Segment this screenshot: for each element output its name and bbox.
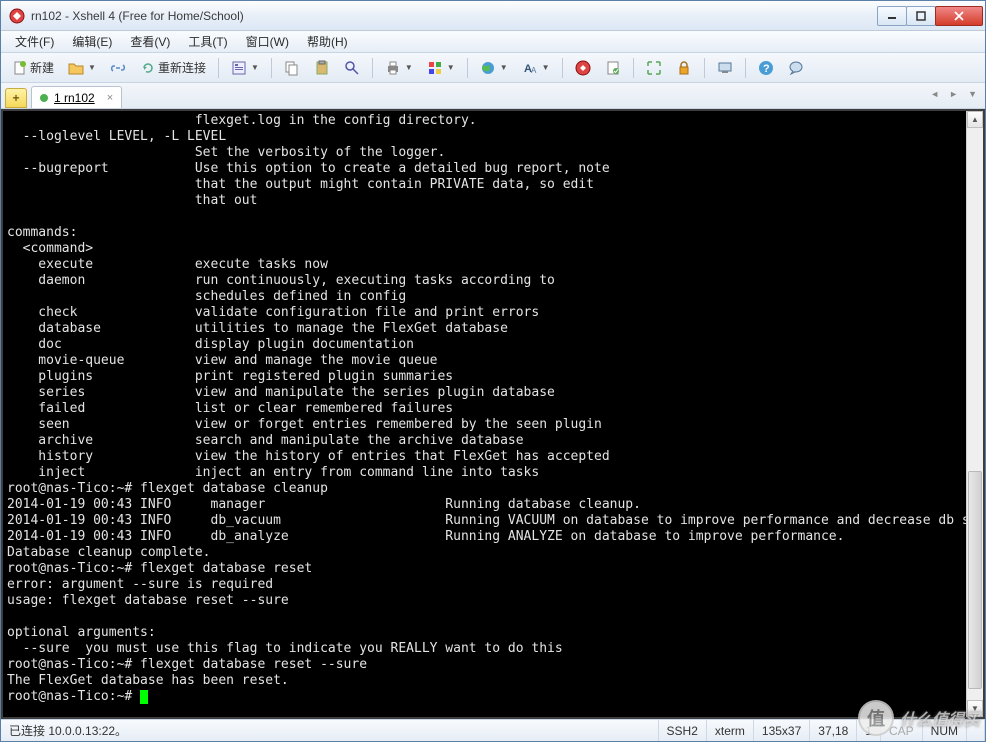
search-icon: [344, 60, 360, 76]
properties-button[interactable]: ▼: [226, 56, 264, 80]
status-dot-icon: [40, 94, 48, 102]
tab-next-button[interactable]: ►: [945, 87, 962, 101]
statusbar: 已连接 10.0.0.13:22。 SSH2 xterm 135x37 37,1…: [1, 719, 985, 741]
status-protocol: SSH2: [659, 720, 707, 741]
print-button[interactable]: ▼: [380, 56, 418, 80]
svg-text:A: A: [531, 66, 537, 75]
copy-icon: [284, 60, 300, 76]
new-button[interactable]: 新建: [7, 55, 59, 80]
menu-window[interactable]: 窗口(W): [238, 31, 297, 52]
status-termtype: xterm: [707, 720, 754, 741]
minimize-button[interactable]: [877, 6, 907, 26]
transfer-icon: [717, 60, 733, 76]
app-icon: [9, 8, 25, 24]
paste-button[interactable]: [309, 56, 335, 80]
scroll-track[interactable]: [967, 128, 983, 700]
menu-view[interactable]: 查看(V): [122, 31, 178, 52]
status-resize-grip: [967, 720, 985, 741]
lock-icon: [676, 60, 692, 76]
status-cursor: 37,18: [810, 720, 857, 741]
tabstrip: + 1 rn102 × ◄ ► ▼: [1, 83, 985, 109]
script-icon: [605, 60, 621, 76]
folder-icon: [68, 60, 84, 76]
toolbar: 新建 ▼ 重新连接 ▼ ▼ ▼ ▼ AA▼ ?: [1, 53, 985, 83]
fullscreen-icon: [646, 60, 662, 76]
scroll-up-button[interactable]: ▲: [967, 111, 983, 128]
scroll-down-button[interactable]: ▼: [967, 700, 983, 717]
open-button[interactable]: ▼: [63, 56, 101, 80]
palette-icon: [427, 60, 443, 76]
reconnect-button[interactable]: 重新连接: [135, 55, 211, 80]
tab-label: 1 rn102: [54, 91, 95, 105]
fullscreen-button[interactable]: [641, 56, 667, 80]
status-num: NUM: [923, 720, 967, 741]
maximize-button[interactable]: [906, 6, 936, 26]
menu-tools[interactable]: 工具(T): [180, 31, 235, 52]
tab-nav: ◄ ► ▼: [926, 87, 981, 101]
link-icon: [110, 60, 126, 76]
titlebar: rn102 - Xshell 4 (Free for Home/School): [1, 1, 985, 31]
about-button[interactable]: [783, 56, 809, 80]
globe-button[interactable]: ▼: [475, 56, 513, 80]
reconnect-icon: [140, 60, 156, 76]
bubble-icon: [788, 60, 804, 76]
scrollbar[interactable]: ▲ ▼: [966, 111, 983, 717]
help-button[interactable]: ?: [753, 56, 779, 80]
color-button[interactable]: ▼: [422, 56, 460, 80]
help-icon: ?: [758, 60, 774, 76]
terminal-area: flexget.log in the config directory. --l…: [1, 109, 985, 719]
globe-icon: [480, 60, 496, 76]
tab-close-button[interactable]: ×: [107, 92, 113, 104]
tab-list-button[interactable]: ▼: [964, 87, 981, 101]
link-button[interactable]: [105, 56, 131, 80]
run-icon: [575, 60, 591, 76]
status-connection: 已连接 10.0.0.13:22。: [1, 720, 659, 741]
scroll-thumb[interactable]: [968, 471, 982, 688]
copy-button[interactable]: [279, 56, 305, 80]
transfer-button[interactable]: [712, 56, 738, 80]
app-window: rn102 - Xshell 4 (Free for Home/School) …: [0, 0, 986, 742]
font-button[interactable]: AA▼: [517, 56, 555, 80]
tab-prev-button[interactable]: ◄: [926, 87, 943, 101]
menu-file[interactable]: 文件(F): [7, 31, 62, 52]
menu-edit[interactable]: 编辑(E): [64, 31, 120, 52]
run-button[interactable]: [570, 56, 596, 80]
new-icon: [12, 60, 28, 76]
status-size: 135x37: [754, 720, 810, 741]
script-button[interactable]: [600, 56, 626, 80]
print-icon: [385, 60, 401, 76]
font-icon: AA: [522, 60, 538, 76]
window-controls: [878, 6, 983, 26]
svg-text:?: ?: [763, 63, 770, 75]
find-button[interactable]: [339, 56, 365, 80]
menu-help[interactable]: 帮助(H): [299, 31, 356, 52]
terminal[interactable]: flexget.log in the config directory. --l…: [3, 111, 966, 717]
properties-icon: [231, 60, 247, 76]
tab-rn102[interactable]: 1 rn102 ×: [31, 86, 122, 108]
close-button[interactable]: [935, 6, 983, 26]
new-tab-button[interactable]: +: [5, 88, 27, 108]
menubar: 文件(F) 编辑(E) 查看(V) 工具(T) 窗口(W) 帮助(H): [1, 31, 985, 53]
paste-icon: [314, 60, 330, 76]
window-title: rn102 - Xshell 4 (Free for Home/School): [31, 9, 878, 23]
status-cap: CAP: [881, 720, 923, 741]
lock-button[interactable]: [671, 56, 697, 80]
status-session: 1: [857, 720, 881, 741]
